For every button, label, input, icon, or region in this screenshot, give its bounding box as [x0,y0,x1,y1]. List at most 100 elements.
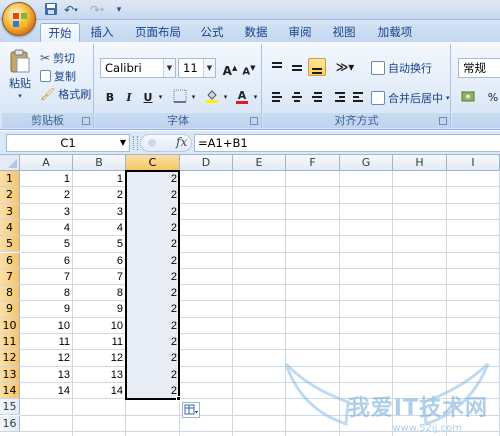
font-color-dropdown-icon[interactable]: ▾ [251,88,260,106]
cell-c10[interactable]: 2 [126,318,180,334]
row-header-14[interactable]: 14 [0,382,20,400]
cell-b2[interactable]: 2 [73,187,126,203]
column-header-h[interactable]: H [393,155,447,171]
row-header-2[interactable]: 2 [0,187,20,204]
row-header-6[interactable]: 6 [0,252,20,269]
cell-a14[interactable]: 14 [20,383,73,399]
insert-function-button[interactable]: fx [176,135,187,149]
cell-a10[interactable]: 10 [20,318,73,334]
tab-data[interactable]: 数据 [238,23,274,42]
number-format-select[interactable]: 常规 [458,58,500,78]
formula-bar-splitter[interactable] [133,136,138,150]
increase-indent-button[interactable] [349,88,367,106]
column-header-a[interactable]: A [20,155,73,171]
column-header-g[interactable]: G [340,155,393,171]
underline-button[interactable]: U [139,88,157,106]
fill-color-dropdown-icon[interactable]: ▾ [221,88,230,106]
tab-view[interactable]: 视图 [326,23,362,42]
borders-dropdown-icon[interactable]: ▾ [189,88,198,106]
tab-review[interactable]: 审阅 [282,23,318,42]
cell-b9[interactable]: 9 [73,301,126,317]
merge-dropdown-icon[interactable]: ▾ [446,94,450,102]
align-left-button[interactable] [268,88,286,106]
cell-c4[interactable]: 2 [126,220,180,236]
cell-c12[interactable]: 2 [126,350,180,366]
cell-a1[interactable]: 1 [20,171,73,187]
cell-c8[interactable]: 2 [126,285,180,301]
cell-c6[interactable]: 2 [126,253,180,269]
cell-a11[interactable]: 11 [20,334,73,350]
cell-b12[interactable]: 12 [73,350,126,366]
cell-c3[interactable]: 2 [126,204,180,220]
redo-dropdown-icon[interactable]: ▾ [98,2,106,18]
cell-b6[interactable]: 6 [73,253,126,269]
cell-b11[interactable]: 11 [73,334,126,350]
copy-button[interactable]: 复制 [40,68,76,84]
save-icon[interactable] [42,2,60,18]
cell-a13[interactable]: 13 [20,367,73,383]
row-header-12[interactable]: 12 [0,350,20,367]
undo-dropdown-icon[interactable]: ▾ [72,2,80,18]
cell-a3[interactable]: 3 [20,204,73,220]
cell-a4[interactable]: 4 [20,220,73,236]
format-painter-button[interactable]: 🖌 格式刷 [40,86,91,102]
cell-a12[interactable]: 12 [20,350,73,366]
cell-a5[interactable]: 5 [20,236,73,252]
cell-a8[interactable]: 8 [20,285,73,301]
accounting-format-button[interactable] [458,88,482,106]
font-size-select[interactable]: 11 ▼ [178,58,216,78]
row-header-9[interactable]: 9 [0,301,20,318]
italic-button[interactable]: I [120,88,138,106]
align-right-button[interactable] [308,88,326,106]
cell-a7[interactable]: 7 [20,269,73,285]
row-header-16[interactable]: 16 [0,415,20,432]
cell-a2[interactable]: 2 [20,187,73,203]
cell-b13[interactable]: 13 [73,367,126,383]
font-color-button[interactable]: A [233,88,251,106]
row-header-3[interactable]: 3 [0,203,20,220]
cell-b14[interactable]: 14 [73,383,126,399]
row-header-10[interactable]: 10 [0,317,20,334]
cell-b5[interactable]: 5 [73,236,126,252]
cell-b8[interactable]: 8 [73,285,126,301]
tab-formulas[interactable]: 公式 [194,23,230,42]
cell-c14[interactable]: 2 [126,383,180,399]
office-button[interactable] [2,2,36,36]
row-header-7[interactable]: 7 [0,268,20,286]
cell-c9[interactable]: 2 [126,301,180,317]
column-header-c[interactable]: C [126,155,180,171]
cell-a9[interactable]: 9 [20,301,73,317]
cut-button[interactable]: ✂ 剪切 [40,50,75,66]
fill-color-button[interactable] [203,88,221,106]
cell-b10[interactable]: 10 [73,318,126,334]
merge-center-button[interactable]: 合并后居中 ▾ [371,90,450,106]
underline-dropdown-icon[interactable]: ▾ [156,88,165,106]
chevron-down-icon[interactable]: ▼ [116,134,130,152]
decrease-indent-button[interactable] [331,88,349,106]
fill-handle[interactable] [176,396,181,402]
row-header-11[interactable]: 11 [0,334,20,351]
cell-b4[interactable]: 4 [73,220,126,236]
align-bottom-button[interactable] [308,58,326,76]
cell-c5[interactable]: 2 [126,236,180,252]
cell-c1[interactable]: 2 [126,171,180,187]
font-launcher-icon[interactable] [250,117,258,125]
cell-b1[interactable]: 1 [73,171,126,187]
formula-input[interactable]: =A1+B1 [194,134,500,152]
grow-font-button[interactable]: A▲ [221,59,239,78]
cell-c13[interactable]: 2 [126,367,180,383]
alignment-launcher-icon[interactable] [439,117,447,125]
select-all-button[interactable] [0,155,20,171]
paste-dropdown-icon[interactable]: ▾ [18,92,22,100]
tab-addins[interactable]: 加载项 [372,23,418,42]
column-header-d[interactable]: D [180,155,233,171]
column-header-e[interactable]: E [233,155,286,171]
cell-c2[interactable]: 2 [126,187,180,203]
cell-b7[interactable]: 7 [73,269,126,285]
row-header-5[interactable]: 5 [0,236,20,253]
row-header-4[interactable]: 4 [0,219,20,237]
font-name-select[interactable]: Calibri ▼ [100,58,176,78]
wrap-text-button[interactable]: 自动换行 [371,60,432,76]
shrink-font-button[interactable]: A▼ [240,59,258,77]
cell-c11[interactable]: 2 [126,334,180,350]
